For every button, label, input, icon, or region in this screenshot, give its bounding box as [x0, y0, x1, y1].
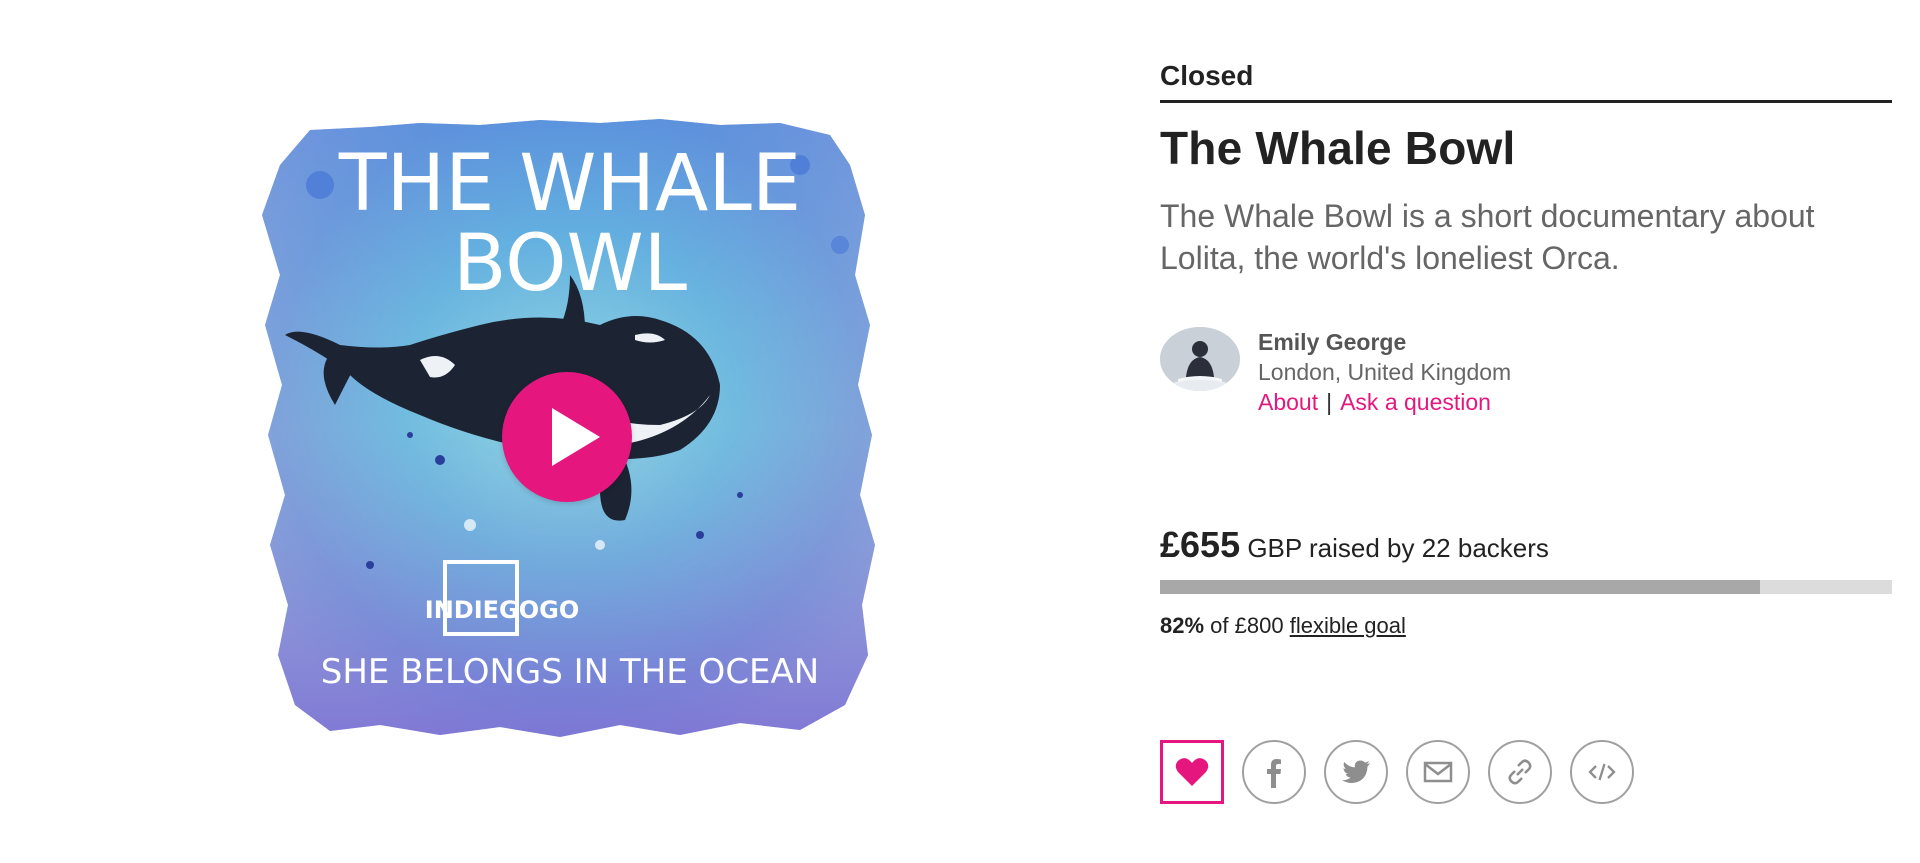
play-icon — [552, 408, 600, 466]
link-separator: | — [1326, 389, 1333, 415]
poster-caption: SHE BELONGS IN THE OCEAN — [321, 652, 819, 692]
email-icon — [1423, 761, 1453, 783]
funds-raised: £655 GBP raised by 22 backers — [1160, 524, 1892, 566]
funding-goal: 82% of £800 flexible goal — [1160, 613, 1892, 639]
copy-link-button[interactable] — [1488, 740, 1552, 804]
poster-title-line1: THE WHALE — [338, 139, 801, 229]
campaign-status: Closed — [1160, 60, 1892, 103]
twitter-icon — [1342, 760, 1370, 783]
share-email-button[interactable] — [1406, 740, 1470, 804]
heart-icon — [1175, 758, 1209, 786]
progress-bar — [1160, 580, 1892, 594]
flexible-goal-link[interactable]: flexible goal — [1290, 613, 1406, 638]
play-button[interactable] — [502, 372, 632, 502]
ask-question-link[interactable]: Ask a question — [1340, 389, 1491, 415]
owner-location: London, United Kingdom — [1258, 359, 1512, 385]
raised-text: GBP raised by 22 backers — [1247, 533, 1549, 563]
share-facebook-button[interactable] — [1242, 740, 1306, 804]
goal-amount: of £800 — [1210, 613, 1284, 638]
facebook-icon — [1267, 759, 1281, 788]
raised-amount: £655 — [1160, 524, 1241, 565]
avatar[interactable] — [1160, 327, 1240, 391]
campaign-tagline: The Whale Bowl is a short documentary ab… — [1160, 198, 1815, 276]
link-icon — [1508, 759, 1532, 785]
owner-name[interactable]: Emily George — [1258, 327, 1511, 357]
campaign-owner: Emily George London, United Kingdom Abou… — [1160, 327, 1892, 427]
percent-funded: 82% — [1160, 613, 1205, 638]
follow-button[interactable] — [1160, 740, 1224, 804]
embed-button[interactable] — [1570, 740, 1634, 804]
progress-bar-fill — [1160, 580, 1761, 594]
share-twitter-button[interactable] — [1324, 740, 1388, 804]
embed-icon — [1588, 763, 1616, 781]
poster-brand: INDIEGOGO — [425, 596, 579, 624]
campaign-title: The Whale Bowl — [1160, 122, 1516, 174]
about-link[interactable]: About — [1258, 389, 1318, 415]
poster-title-line2: BOWL — [453, 219, 688, 309]
campaign-info: Closed The Whale Bowl The Whale Bowl is … — [1160, 60, 1892, 639]
